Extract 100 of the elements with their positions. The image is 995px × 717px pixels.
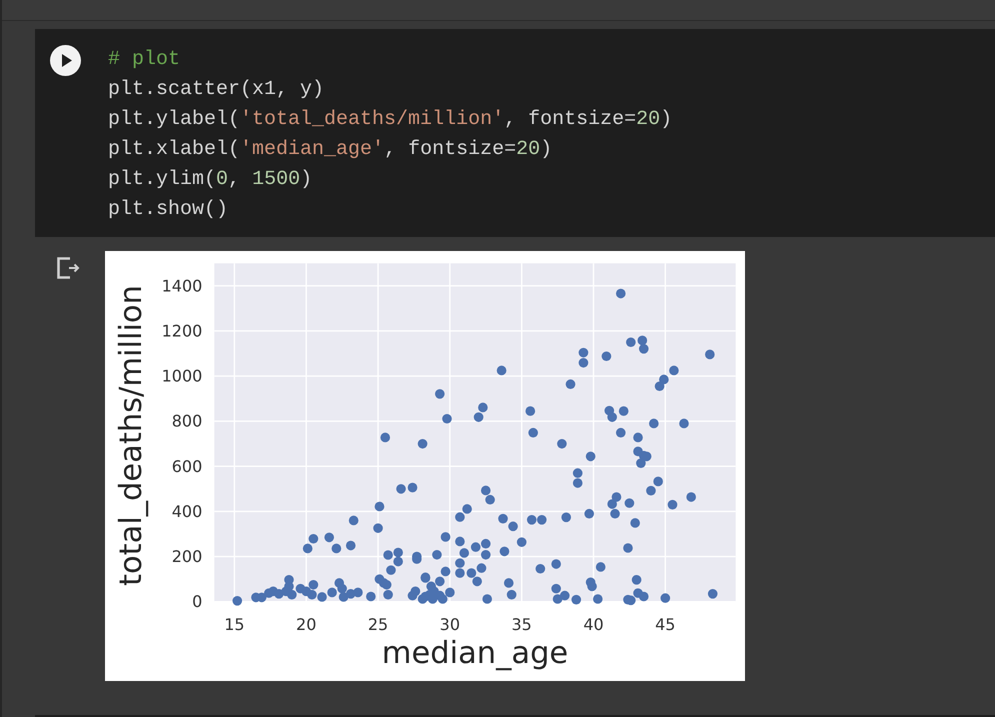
run-button[interactable] — [50, 45, 81, 76]
data-point — [633, 432, 643, 442]
data-point — [307, 590, 317, 600]
data-point — [571, 594, 582, 604]
data-point — [432, 550, 442, 560]
x-tick-label: 40 — [583, 615, 604, 634]
data-point — [478, 402, 488, 412]
data-point — [623, 543, 633, 553]
data-point — [638, 592, 649, 602]
data-point — [610, 508, 620, 519]
data-point — [380, 432, 390, 442]
data-point — [386, 565, 396, 575]
data-point — [317, 592, 327, 602]
data-point — [551, 584, 561, 594]
data-point — [596, 562, 606, 572]
data-point — [438, 594, 448, 604]
x-axis-title: median_age — [382, 636, 568, 671]
data-point — [482, 594, 492, 604]
data-point — [435, 576, 445, 586]
data-point — [679, 418, 689, 428]
data-point — [455, 568, 465, 578]
code-line: plt.scatter(x1, y) — [108, 77, 324, 103]
data-point — [630, 518, 640, 528]
data-point — [480, 538, 491, 549]
data-point — [466, 568, 476, 578]
data-point — [578, 358, 588, 368]
data-point — [587, 582, 597, 592]
data-point — [626, 337, 636, 348]
data-point — [638, 344, 649, 354]
y-tick-label: 0 — [192, 592, 202, 612]
data-point — [412, 554, 422, 564]
data-point — [435, 389, 445, 399]
code-line: plt.show() — [108, 197, 228, 223]
code-line: # plot — [108, 47, 180, 73]
data-point — [373, 523, 383, 533]
data-point — [455, 558, 465, 568]
code-line: plt.xlabel('median_age', fontsize=20) — [108, 137, 552, 163]
data-point — [602, 351, 612, 362]
data-point — [396, 484, 406, 494]
output-arrow-icon[interactable] — [57, 257, 80, 279]
y-tick-label: 1000 — [162, 366, 202, 386]
data-point — [526, 406, 536, 416]
data-point — [445, 588, 455, 598]
data-point — [353, 588, 363, 598]
data-point — [418, 594, 428, 604]
data-point — [572, 478, 582, 488]
y-tick-label: 1400 — [162, 276, 202, 296]
data-point — [324, 532, 334, 542]
data-point — [500, 546, 510, 556]
data-point — [593, 594, 603, 604]
data-point — [646, 486, 656, 496]
y-tick-label: 800 — [172, 412, 202, 431]
data-point — [498, 514, 508, 524]
data-point — [537, 515, 547, 525]
data-point — [308, 534, 318, 544]
data-point — [332, 544, 342, 554]
data-point — [607, 499, 617, 509]
data-point — [566, 379, 576, 390]
code-cell[interactable]: # plot plt.scatter(x1, y) plt.ylabel('total_deaths/million', fontsize=20) plt.xlabel('median_age', fontsize=20) plt.ylim(0, 1500) plt.show() — [35, 29, 995, 237]
data-point — [440, 566, 450, 576]
data-point — [474, 412, 484, 422]
code-line: plt.ylabel('total_deaths/million', fontsize=20) — [108, 107, 672, 133]
data-point — [557, 438, 567, 449]
data-point — [418, 438, 428, 449]
x-tick-label: 20 — [296, 615, 316, 634]
data-point — [705, 350, 715, 360]
data-point — [528, 428, 538, 438]
data-point — [612, 492, 622, 502]
data-point — [551, 559, 561, 569]
data-point — [408, 482, 418, 492]
data-point — [638, 336, 648, 346]
data-point — [284, 582, 294, 592]
data-point — [660, 593, 670, 603]
data-point — [308, 580, 318, 590]
data-point — [624, 498, 634, 508]
data-point — [552, 594, 562, 604]
data-point — [470, 542, 481, 552]
data-point — [327, 588, 337, 598]
data-point — [607, 412, 617, 422]
data-point — [616, 428, 626, 438]
data-point — [632, 575, 642, 585]
data-point — [476, 563, 486, 573]
data-point — [649, 418, 659, 428]
data-point — [428, 594, 438, 604]
data-point — [636, 458, 646, 468]
y-axis-title: total_deaths/million — [114, 285, 149, 586]
data-point — [626, 596, 636, 606]
data-point — [526, 515, 537, 525]
data-point — [232, 596, 242, 606]
y-tick-label: 200 — [172, 547, 202, 566]
data-point — [348, 516, 358, 526]
data-point — [572, 468, 582, 478]
data-point — [480, 550, 491, 560]
data-point — [504, 578, 514, 588]
y-tick-label: 600 — [172, 456, 202, 476]
x-tick-label: 25 — [368, 615, 388, 634]
data-point — [642, 452, 652, 462]
data-point — [516, 537, 526, 547]
data-point — [302, 544, 312, 554]
data-point — [393, 556, 403, 566]
